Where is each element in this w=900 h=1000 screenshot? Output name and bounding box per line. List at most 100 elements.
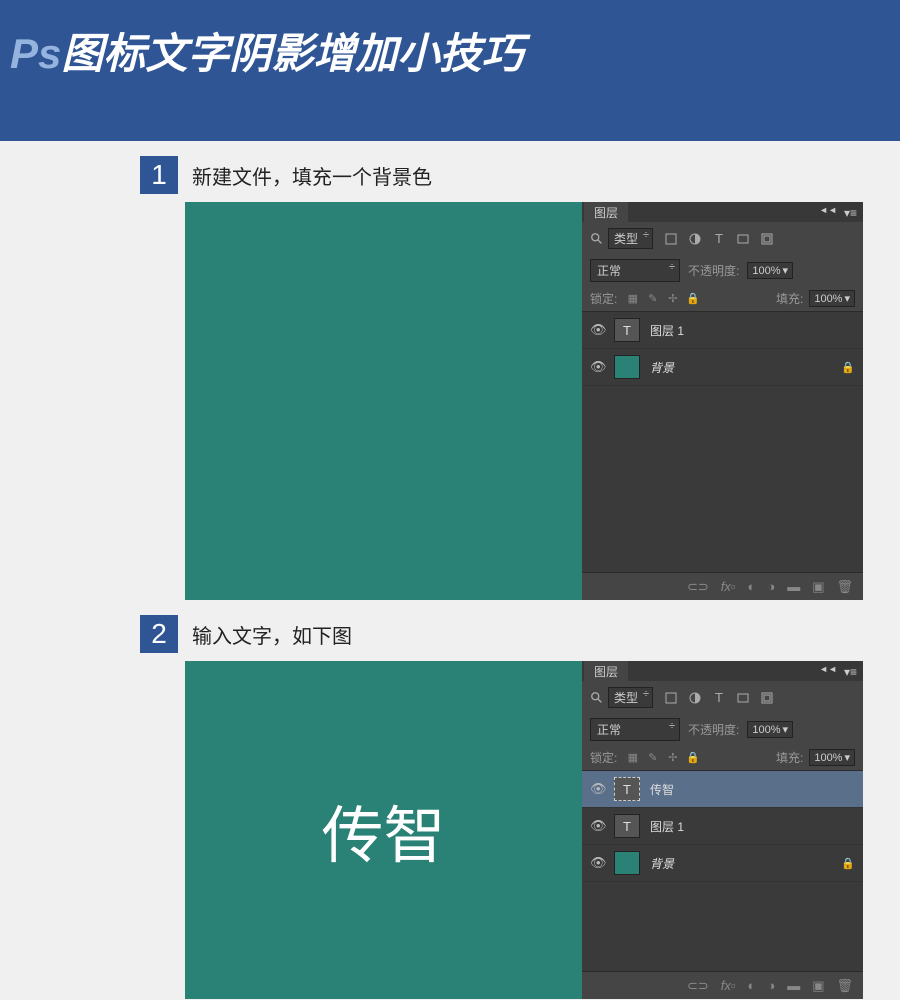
layers-tab[interactable]: 图层 [584, 661, 628, 682]
blend-row: 正常 不透明度: 100%▾ [582, 255, 863, 286]
step-1: 1 新建文件，填充一个背景色 [140, 156, 900, 194]
layer-row[interactable]: 👁 T 图层 1 [582, 312, 863, 349]
lock-icons: ▦ ✎ ✢ 🔒 [625, 291, 700, 306]
panel-footer: ⊂⊃ fx▫ ◐ ◑ ▬ ▣ 🗑 [582, 572, 863, 600]
type-thumb-icon: T [614, 318, 640, 342]
search-icon[interactable] [590, 691, 604, 705]
lock-all-icon[interactable]: 🔒 [685, 750, 700, 765]
step-text-2: 输入文字，如下图 [192, 620, 352, 649]
page-header: Ps图标文字阴影增加小技巧 [0, 0, 900, 141]
lock-position-icon[interactable]: ✢ [665, 291, 680, 306]
step-2: 2 输入文字，如下图 [140, 615, 900, 653]
mask-icon[interactable]: ◐ [747, 978, 755, 993]
adjustment-icon[interactable]: ◑ [767, 978, 775, 993]
page-title: Ps图标文字阴影增加小技巧 [10, 20, 890, 81]
panel-tabs: 图层 ◄◄ ▾≡ [582, 202, 863, 222]
panel-menu-icon[interactable]: ▾≡ [844, 206, 857, 220]
lock-transparent-icon[interactable]: ▦ [625, 291, 640, 306]
opacity-label: 不透明度: [688, 721, 739, 738]
fx-icon[interactable]: fx▫ [721, 978, 736, 993]
link-icon[interactable]: ⊂⊃ [687, 579, 709, 595]
folder-icon[interactable]: ▬ [787, 978, 800, 993]
lock-pixels-icon[interactable]: ✎ [645, 291, 660, 306]
layer-name: 传智 [650, 781, 855, 798]
layer-name: 背景 [650, 855, 831, 872]
lock-transparent-icon[interactable]: ▦ [625, 750, 640, 765]
shape-filter-icon[interactable] [735, 690, 751, 706]
fx-icon[interactable]: fx▫ [721, 579, 736, 594]
adjustment-icon[interactable]: ◑ [767, 579, 775, 594]
layer-name: 图层 1 [650, 322, 855, 339]
smart-filter-icon[interactable] [759, 690, 775, 706]
layers-list-2: 👁 T 传智 👁 T 图层 1 👁 背景 🔒 [582, 771, 863, 971]
fill-value[interactable]: 100%▾ [809, 749, 855, 766]
layer-row[interactable]: 👁 T 图层 1 [582, 808, 863, 845]
fill-label: 填充: [776, 749, 803, 766]
screenshot-1: 图层 ◄◄ ▾≡ 类型 T 正常 不透明度: 100%▾ 锁定: [185, 202, 863, 600]
layers-panel-1: 图层 ◄◄ ▾≡ 类型 T 正常 不透明度: 100%▾ 锁定: [582, 202, 863, 600]
layers-tab[interactable]: 图层 [584, 202, 628, 223]
layer-thumb [614, 851, 640, 875]
opacity-value[interactable]: 100%▾ [747, 721, 793, 738]
layer-row[interactable]: 👁 T 传智 [582, 771, 863, 808]
opacity-value[interactable]: 100%▾ [747, 262, 793, 279]
pixel-filter-icon[interactable] [663, 231, 679, 247]
folder-icon[interactable]: ▬ [787, 579, 800, 594]
collapse-icon[interactable]: ◄◄ [819, 205, 837, 215]
type-filter-select[interactable]: 类型 [608, 687, 653, 708]
fill-value[interactable]: 100%▾ [809, 290, 855, 307]
canvas-text: 传智 [321, 785, 445, 875]
new-layer-icon[interactable]: ▣ [812, 978, 824, 994]
trash-icon[interactable]: 🗑 [836, 978, 853, 994]
visibility-icon[interactable]: 👁 [590, 781, 604, 797]
fill-label: 填充: [776, 290, 803, 307]
type-filter-icon[interactable]: T [711, 231, 727, 247]
type-filter-select[interactable]: 类型 [608, 228, 653, 249]
adjustment-filter-icon[interactable] [687, 690, 703, 706]
layer-row[interactable]: 👁 背景 🔒 [582, 845, 863, 882]
visibility-icon[interactable]: 👁 [590, 359, 604, 375]
layer-row[interactable]: 👁 背景 🔒 [582, 349, 863, 386]
lock-row: 锁定: ▦ ✎ ✢ 🔒 填充: 100%▾ [582, 286, 863, 312]
lock-position-icon[interactable]: ✢ [665, 750, 680, 765]
mask-icon[interactable]: ◐ [747, 579, 755, 594]
adjustment-filter-icon[interactable] [687, 231, 703, 247]
screenshot-2: 传智 图层 ◄◄ ▾≡ 类型 T 正常 不透明度: 100%▾ [185, 661, 863, 999]
layers-list-1: 👁 T 图层 1 👁 背景 🔒 [582, 312, 863, 572]
blend-mode-select[interactable]: 正常 [590, 259, 680, 282]
panel-tabs: 图层 ◄◄ ▾≡ [582, 661, 863, 681]
filter-row: 类型 T [582, 222, 863, 255]
lock-label: 锁定: [590, 749, 617, 766]
lock-pixels-icon[interactable]: ✎ [645, 750, 660, 765]
layer-thumb [614, 355, 640, 379]
type-filter-icon[interactable]: T [711, 690, 727, 706]
type-thumb-icon: T [614, 814, 640, 838]
lock-all-icon[interactable]: 🔒 [685, 291, 700, 306]
trash-icon[interactable]: 🗑 [836, 579, 853, 595]
panel-menu-icon[interactable]: ▾≡ [844, 665, 857, 679]
search-icon[interactable] [590, 232, 604, 246]
layer-name: 图层 1 [650, 818, 855, 835]
shape-filter-icon[interactable] [735, 231, 751, 247]
blend-row: 正常 不透明度: 100%▾ [582, 714, 863, 745]
new-layer-icon[interactable]: ▣ [812, 579, 824, 595]
link-icon[interactable]: ⊂⊃ [687, 978, 709, 994]
opacity-label: 不透明度: [688, 262, 739, 279]
visibility-icon[interactable]: 👁 [590, 818, 604, 834]
blend-mode-select[interactable]: 正常 [590, 718, 680, 741]
smart-filter-icon[interactable] [759, 231, 775, 247]
step-text-1: 新建文件，填充一个背景色 [192, 161, 432, 190]
visibility-icon[interactable]: 👁 [590, 322, 604, 338]
pixel-filter-icon[interactable] [663, 690, 679, 706]
layer-name: 背景 [650, 359, 831, 376]
filter-icons: T [663, 690, 775, 706]
lock-label: 锁定: [590, 290, 617, 307]
title-prefix: Ps [10, 30, 61, 77]
visibility-icon[interactable]: 👁 [590, 855, 604, 871]
title-main: 图标文字阴影增加小技巧 [61, 30, 523, 77]
step-number-2: 2 [140, 615, 178, 653]
step-number-1: 1 [140, 156, 178, 194]
collapse-icon[interactable]: ◄◄ [819, 664, 837, 674]
canvas-area-1 [185, 202, 582, 600]
canvas-area-2: 传智 [185, 661, 582, 999]
